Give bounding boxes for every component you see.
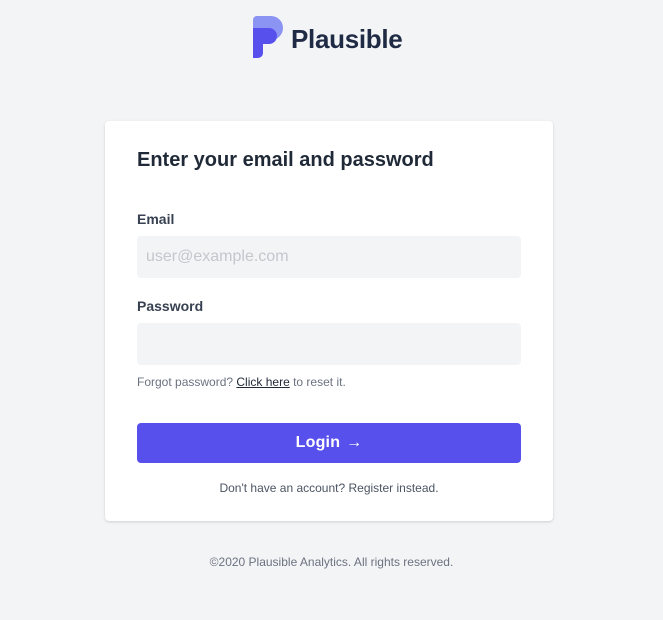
login-button[interactable]: Login → [137, 423, 521, 463]
email-input[interactable] [137, 236, 521, 278]
password-input[interactable] [137, 323, 521, 365]
footer-copyright: ©2020 Plausible Analytics. All rights re… [209, 555, 454, 569]
login-title: Enter your email and password [137, 149, 434, 171]
login-button-label: Login [295, 434, 341, 451]
password-label: Password [137, 298, 204, 314]
register-prefix: Don't have an account? [219, 481, 349, 495]
login-card: Enter your email and password Email Pass… [105, 121, 553, 521]
plausible-logo-icon [253, 16, 283, 58]
arrow-right-icon: → [346, 434, 363, 451]
brand-name: Plausible [291, 24, 403, 54]
forgot-password-text: Forgot password? Click here to reset it. [137, 375, 346, 389]
register-text: Don't have an account? Register instead. [105, 481, 553, 495]
reset-password-link[interactable]: Click here [236, 375, 289, 389]
register-suffix: instead. [393, 481, 439, 495]
email-label: Email [137, 211, 175, 227]
brand-header: Plausible [253, 16, 403, 58]
register-link[interactable]: Register [348, 481, 393, 495]
forgot-password-prefix: Forgot password? [137, 375, 237, 389]
forgot-password-suffix: to reset it. [289, 375, 346, 389]
